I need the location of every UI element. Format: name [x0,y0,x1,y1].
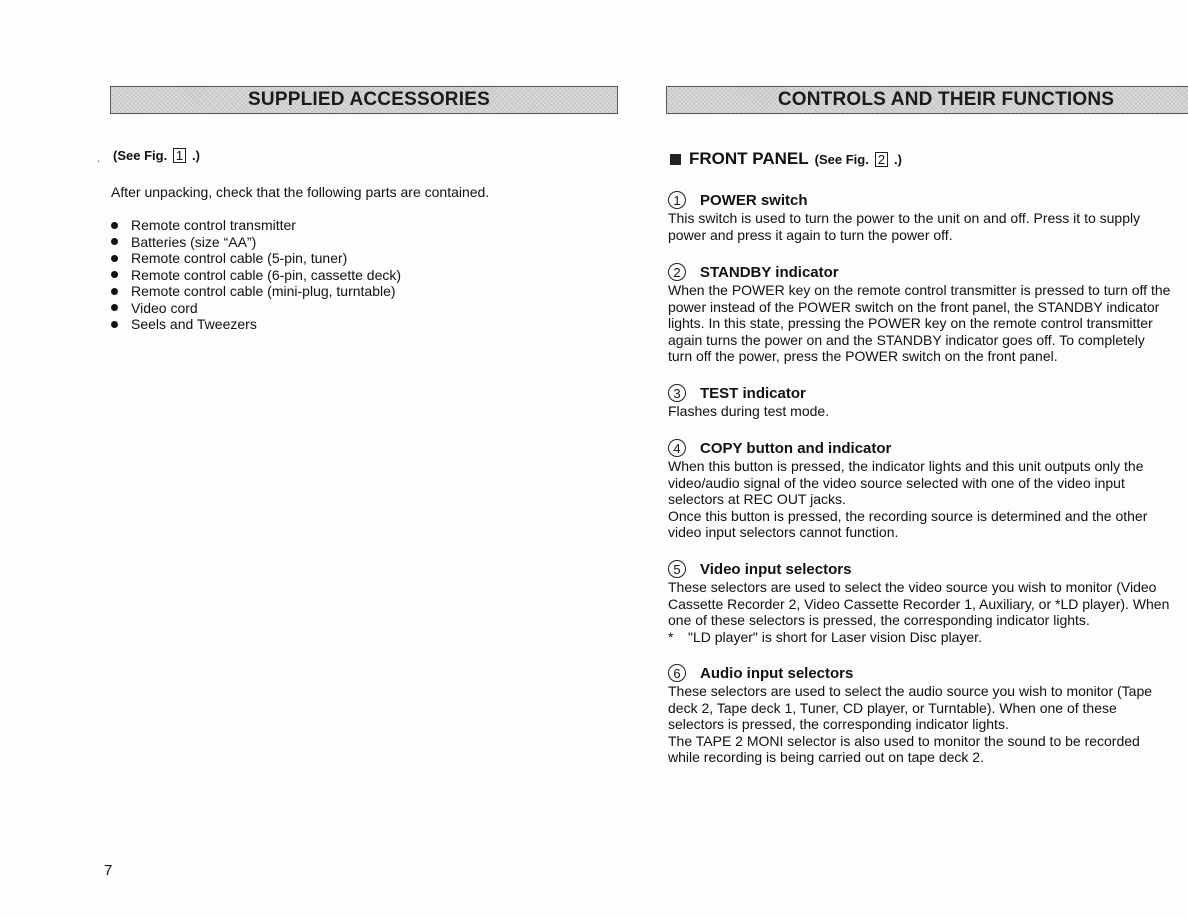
bullet-icon [111,271,118,279]
control-description: This switch is used to turn the power to… [668,210,1188,243]
description-line: deck 2, Tape deck 1, Tuner, CD player, o… [668,699,1117,716]
circled-number-icon: 5 [668,560,686,578]
bullet-icon [111,304,118,312]
description-line: When the POWER key on the remote control… [668,282,1171,298]
bullet-icon [111,320,118,328]
circled-number-icon: 6 [668,664,686,682]
control-description: Flashes during test mode. [668,403,1188,420]
control-description: These selectors are used to select the v… [668,579,1188,645]
circled-number-icon: 2 [668,263,686,281]
description-line: These selectors are used to select the v… [668,579,1157,595]
see-fig-prefix: (See Fig. [113,148,168,163]
control-title: POWER switch [700,191,808,209]
item-label: Remote control cable (mini-plug, turntab… [131,283,396,299]
list-item: Remote control cable (6-pin, cassette de… [111,267,401,284]
banner-title: CONTROLS AND THEIR FUNCTIONS [777,89,1115,110]
list-item: Remote control transmitter [111,217,401,234]
see-fig-reference: (See Fig. 1.) [113,148,200,163]
description-line: selectors at REC OUT jacks. [668,491,846,507]
description-line: video input selectors cannot function. [668,524,899,540]
list-item: Video cord [111,300,401,317]
bullet-icon [111,254,118,262]
footnote-text: "LD player" is short for Laser vision Di… [688,628,982,645]
description-line: These selectors are used to select the a… [668,683,1153,699]
control-title: STANDBY indicator [700,263,839,281]
list-item: Batteries (size “AA”) [111,234,401,251]
description-line: Flashes during test mode. [668,403,830,419]
description-line: power and press it again to turn the pow… [668,226,953,243]
item-label: Remote control cable (6-pin, cassette de… [131,266,402,283]
control-item-video-input-selectors: 5 Video input selectors These selectors a… [668,559,1188,645]
figure-number-box[interactable]: 1 [172,148,187,163]
circled-number-icon: 4 [668,439,686,457]
control-title: TEST indicator [700,384,806,402]
circled-number-icon: 1 [668,191,686,209]
description-line: again turns the power on and the STANDBY… [668,331,1145,348]
stray-mark: . [97,151,101,165]
control-title: COPY button and indicator [700,439,892,457]
footnote: * "LD player" is short for Laser vision D… [668,629,1188,646]
control-title: Video input selectors [700,560,852,578]
description-line: When this button is pressed, the indicat… [668,458,1144,474]
list-item: Remote control cable (5-pin, tuner) [111,250,401,267]
control-item-copy-button: 4 COPY button and indicator When this but… [668,438,1188,541]
description-line: Once this button is pressed, the recordi… [668,507,1148,524]
control-description: When this button is pressed, the indicat… [668,458,1188,541]
supplied-accessories-banner: SUPPLIED ACCESSORIES [110,86,618,114]
control-description: These selectors are used to select the a… [668,683,1188,766]
description-line: video/audio signal of the video source s… [668,474,1125,491]
accessories-list: Remote control transmitter Batteries (si… [111,217,401,333]
description-line: one of these selectors is pressed, the c… [668,612,1090,628]
bullet-icon [111,221,118,229]
square-bullet-icon [670,153,681,165]
circled-number-icon: 3 [668,384,686,402]
item-label: Video cord [131,299,198,316]
figure-number-box[interactable]: 2 [874,151,889,167]
banner-title: SUPPLIED ACCESSORIES [248,89,490,110]
description-line: Cassette Recorder 2, Video Cassette Reco… [668,595,1170,612]
control-description: When the POWER key on the remote control… [668,282,1188,365]
control-item-power-switch: 1 POWER switch This switch is used to tur… [668,190,1188,243]
item-label: Remote control transmitter [131,217,296,233]
item-label: Remote control cable (5-pin, tuner) [131,250,348,266]
control-title: Audio input selectors [700,664,854,682]
description-line: power instead of the POWER switch on the… [668,298,1160,315]
description-line: while recording is being carried out on … [668,749,984,765]
page-number: 7 [104,862,113,879]
section-title: FRONT PANEL [689,149,809,168]
item-label: Seels and Tweezers [131,316,257,332]
footnote-mark: * [668,628,674,645]
see-fig-prefix: (See Fig. [814,151,869,167]
bullet-icon [111,287,118,295]
control-item-test-indicator: 3 TEST indicator Flashes during test mode… [668,383,1188,420]
control-item-audio-input-selectors: 6 Audio input selectors These selectors a… [668,663,1188,766]
description-line: This switch is used to turn the power to… [668,210,1141,226]
front-panel-heading: FRONT PANEL (See Fig. 2 .) [670,149,902,169]
see-fig-suffix: .) [894,151,902,167]
list-item: Seels and Tweezers [111,316,401,333]
controls-functions-banner: CONTROLS AND THEIR FUNCTIONS [666,86,1188,114]
control-item-standby-indicator: 2 STANDBY indicator When the POWER key on… [668,262,1188,365]
bullet-icon [111,238,118,246]
description-line: The TAPE 2 MONI selector is also used to… [668,732,1140,749]
item-label: Batteries (size “AA”) [131,233,257,250]
intro-text: After unpacking, check that the followin… [111,184,490,200]
description-line: turn off the power, press the POWER swit… [668,348,1058,364]
description-line: lights. In this state, pressing the POWE… [668,315,1153,331]
list-item: Remote control cable (mini-plug, turntab… [111,283,401,300]
see-fig-suffix: .) [192,148,200,163]
description-line: selectors is pressed, the corresponding … [668,716,1009,732]
